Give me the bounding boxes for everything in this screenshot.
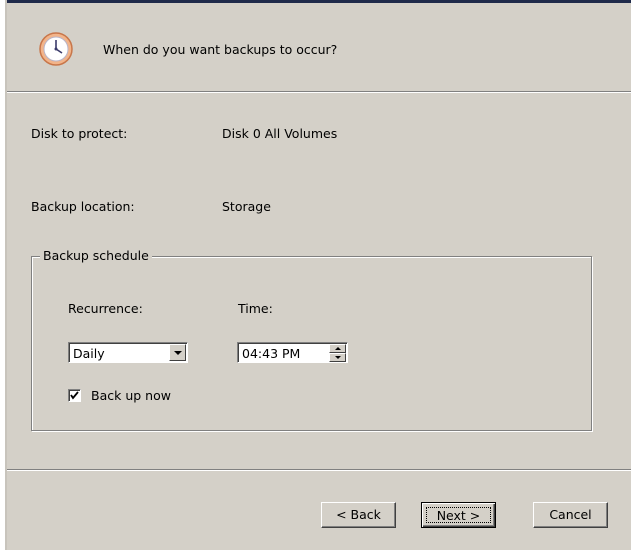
next-button[interactable]: Next > xyxy=(421,502,496,528)
recurrence-value: Daily xyxy=(73,346,105,361)
disk-label: Disk to protect: xyxy=(31,126,128,141)
location-value: Storage xyxy=(222,199,271,214)
backup-now-checkbox[interactable] xyxy=(68,389,81,402)
backup-schedule-legend: Backup schedule xyxy=(40,248,152,263)
spin-up-icon[interactable] xyxy=(329,344,346,353)
time-spinner[interactable]: 04:43 PM xyxy=(237,342,348,363)
next-button-label: Next > xyxy=(426,507,491,523)
chevron-down-icon[interactable] xyxy=(169,344,186,361)
time-label: Time: xyxy=(238,301,273,316)
backup-now-label[interactable]: Back up now xyxy=(91,388,171,403)
recurrence-label: Recurrence: xyxy=(68,301,143,316)
location-label: Backup location: xyxy=(31,199,135,214)
clock-icon xyxy=(38,31,74,67)
cancel-button[interactable]: Cancel xyxy=(533,502,608,528)
time-value[interactable]: 04:43 PM xyxy=(242,346,300,361)
footer-divider-highlight xyxy=(7,470,631,471)
checkmark-icon xyxy=(70,391,79,400)
disk-value: Disk 0 All Volumes xyxy=(222,126,338,141)
recurrence-dropdown[interactable]: Daily xyxy=(68,342,188,363)
back-button[interactable]: < Back xyxy=(321,502,396,528)
page-title: When do you want backups to occur? xyxy=(103,42,338,57)
header-divider-highlight xyxy=(7,92,631,93)
spin-down-icon[interactable] xyxy=(329,353,346,362)
